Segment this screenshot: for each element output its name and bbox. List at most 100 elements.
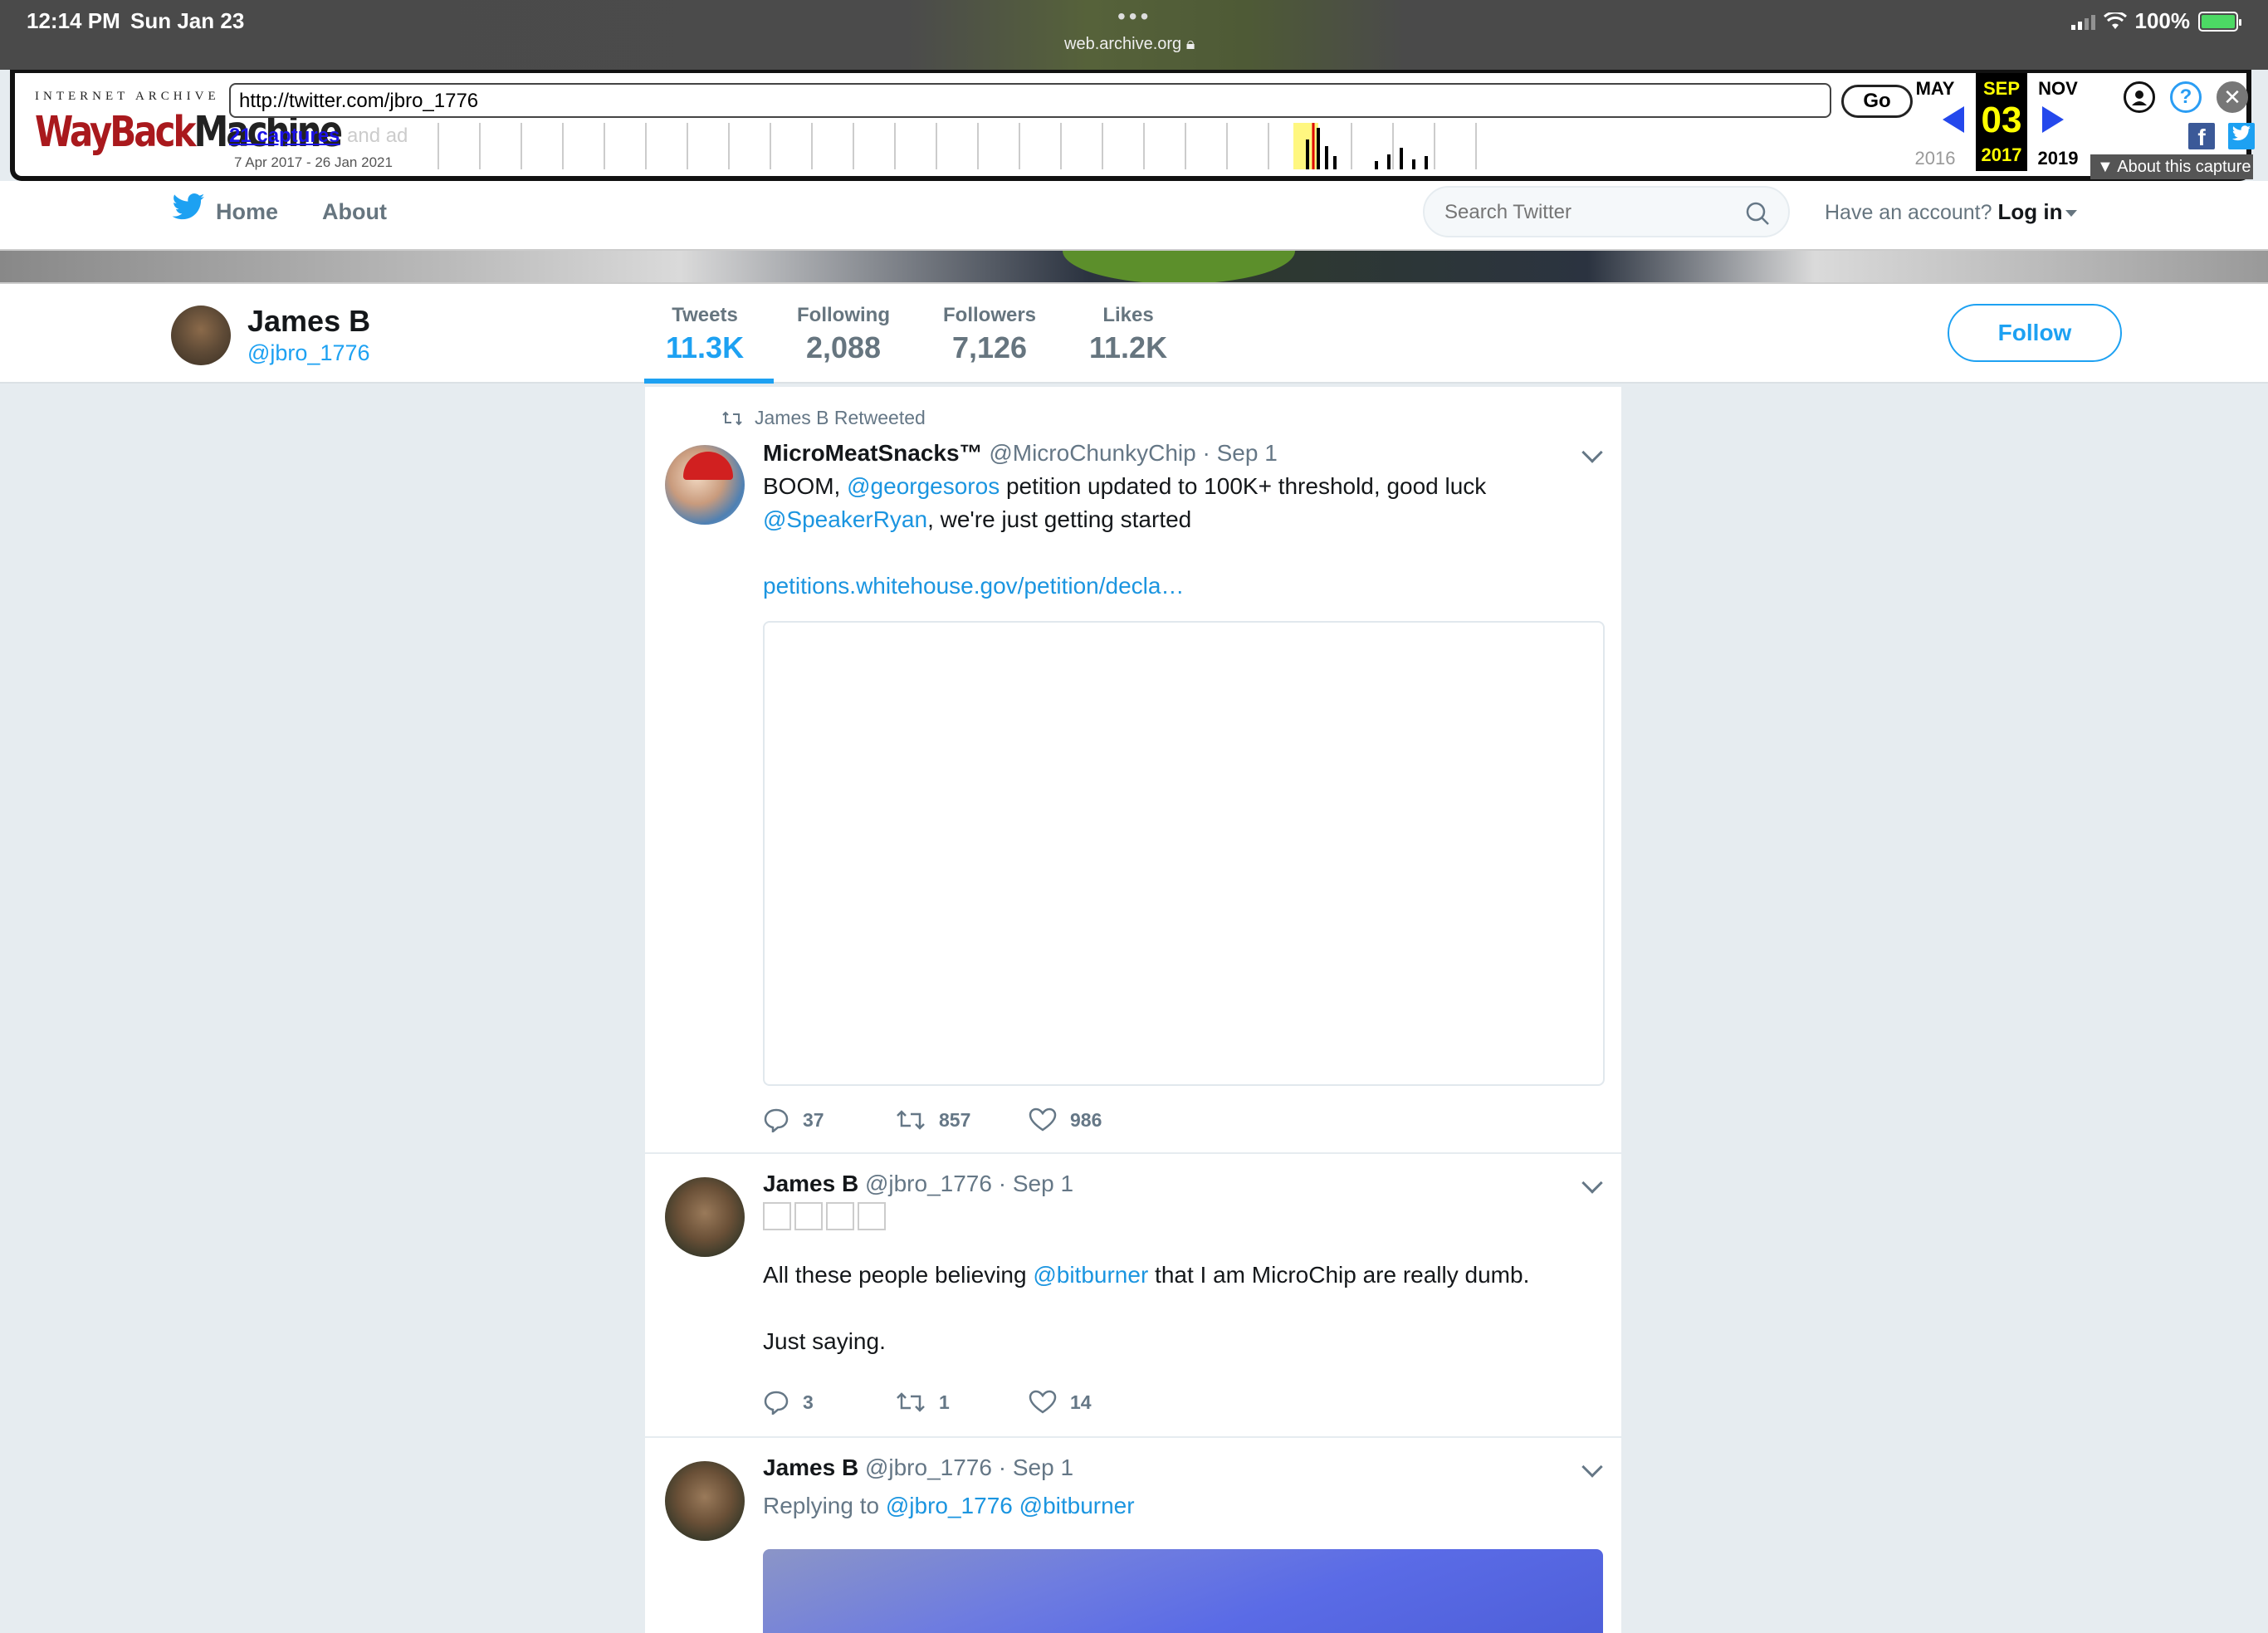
- battery-charging-icon: [2198, 11, 2241, 32]
- mention-link[interactable]: @bitburner: [1033, 1262, 1148, 1288]
- tweet-avatar[interactable]: [665, 1461, 745, 1541]
- reply-button[interactable]: 3: [763, 1390, 896, 1415]
- next-month[interactable]: NOV 2019: [2032, 78, 2084, 169]
- wayback-toolbar: INTERNET ARCHIVE WayBackMachine http://t…: [10, 70, 2255, 181]
- tweet-timeline: James B Retweeted MicroMeatSnacks™ @Micr…: [644, 387, 1622, 1633]
- tweet-header[interactable]: MicroMeatSnacks™ @MicroChunkyChip · Sep …: [763, 440, 1278, 467]
- profile-nav: James B @jbro_1776 Tweets 11.3K Followin…: [0, 284, 2268, 384]
- active-tab-indicator: [644, 379, 774, 384]
- tweet-item[interactable]: James B @jbro_1776 · Sep 1 Replying to @…: [645, 1438, 1621, 1633]
- heart-icon: [1029, 1390, 1057, 1414]
- about-capture-dropdown[interactable]: ▼ About this capture: [2090, 154, 2253, 179]
- retweet-context: James B Retweeted: [721, 407, 926, 429]
- current-day: 03: [1981, 100, 2022, 140]
- tweet-author-name: MicroMeatSnacks™: [763, 440, 983, 466]
- search-icon[interactable]: [1745, 201, 1770, 226]
- replying-to: Replying to @jbro_1776 @bitburner: [763, 1493, 1135, 1518]
- retweet-icon: [897, 1110, 925, 1130]
- stat-tweets[interactable]: Tweets 11.3K: [666, 304, 744, 365]
- safari-status-bar: 12:14 PM Sun Jan 23 ••• web.archive.org …: [0, 0, 2268, 70]
- like-button[interactable]: 14: [1029, 1390, 1092, 1415]
- heart-icon: [1029, 1107, 1057, 1132]
- retweet-button[interactable]: 857: [896, 1109, 1029, 1132]
- caret-down-icon[interactable]: [2065, 210, 2078, 218]
- next-capture-arrow-icon[interactable]: [2042, 106, 2064, 133]
- date: Sun Jan 23: [130, 8, 245, 33]
- tweet-media-image[interactable]: [763, 1549, 1603, 1633]
- tweet-item[interactable]: James B @jbro_1776 · Sep 1 All these peo…: [645, 1154, 1621, 1438]
- banner-image: [1063, 251, 1295, 282]
- twitter-top-nav: Home About Have an account? Log in: [0, 181, 2268, 249]
- twitter-share-icon[interactable]: [2228, 123, 2255, 149]
- status-icons: 100%: [2070, 8, 2241, 34]
- wayback-icons: ? ✕: [2124, 81, 2248, 113]
- tweet-author-name: James B: [763, 1455, 859, 1480]
- capture-range: 7 Apr 2017 - 26 Jan 2021: [234, 154, 393, 170]
- facebook-share-icon[interactable]: f: [2188, 123, 2215, 150]
- tweet-item[interactable]: James B Retweeted MicroMeatSnacks™ @Micr…: [645, 387, 1621, 1154]
- prev-month[interactable]: MAY 2016: [1909, 78, 1961, 169]
- wayback-logo[interactable]: INTERNET ARCHIVE WayBackMachine: [35, 90, 343, 156]
- battery-percent: 100%: [2134, 8, 2191, 33]
- reply-button[interactable]: 37: [763, 1107, 896, 1132]
- tweet-text: All these people believing @bitburner th…: [763, 1262, 1530, 1288]
- tweet-author-handle: @MicroChunkyChip: [989, 440, 1196, 466]
- follow-button[interactable]: Follow: [1948, 304, 2122, 362]
- chevron-down-icon[interactable]: [1581, 442, 1603, 463]
- mention-link[interactable]: @bitburner: [1019, 1493, 1135, 1518]
- tweet-header[interactable]: James B @jbro_1776 · Sep 1: [763, 1455, 1073, 1481]
- nav-about-link[interactable]: About: [322, 199, 387, 225]
- unrendered-emoji-boxes: [763, 1202, 886, 1230]
- tweet-header[interactable]: James B @jbro_1776 · Sep 1: [763, 1171, 1073, 1197]
- more-dots-icon[interactable]: •••: [1117, 3, 1151, 30]
- tweet-date: · Sep 1: [998, 1171, 1074, 1196]
- caret-down-icon: ▼: [2097, 158, 2118, 176]
- tweet-author-handle: @jbro_1776: [864, 1171, 992, 1196]
- chevron-down-icon[interactable]: [1581, 1456, 1603, 1478]
- petition-link[interactable]: petitions.whitehouse.gov/petition/decla…: [763, 570, 1184, 603]
- link-card[interactable]: [763, 621, 1605, 1086]
- mention-link[interactable]: @jbro_1776: [886, 1493, 1013, 1518]
- nav-home-link[interactable]: Home: [216, 199, 278, 225]
- wifi-icon: [2103, 12, 2127, 29]
- user-account-icon[interactable]: [2124, 81, 2155, 113]
- clock: 12:14 PM: [27, 8, 120, 33]
- stat-followers[interactable]: Followers 7,126: [943, 304, 1036, 365]
- retweet-icon: [897, 1392, 925, 1412]
- search-box[interactable]: [1423, 186, 1790, 237]
- stat-likes[interactable]: Likes 11.2K: [1089, 304, 1167, 365]
- profile-name[interactable]: James B: [247, 304, 370, 339]
- stat-following[interactable]: Following 2,088: [797, 304, 890, 365]
- tweet-author-handle: @jbro_1776: [864, 1455, 992, 1480]
- login-link[interactable]: Log in: [1997, 199, 2062, 224]
- tweet-text: Just saying.: [763, 1328, 886, 1354]
- tweet-avatar[interactable]: [665, 1177, 745, 1257]
- tweet-date: · Sep 1: [1202, 440, 1278, 466]
- tweet-date: · Sep 1: [998, 1455, 1074, 1480]
- capture-sparkline[interactable]: [430, 123, 1509, 169]
- chevron-down-icon[interactable]: [1581, 1172, 1603, 1194]
- search-input[interactable]: [1444, 201, 1727, 224]
- prev-capture-arrow-icon[interactable]: [1943, 106, 1964, 133]
- cellular-signal-icon: [2070, 13, 2095, 30]
- wayback-url-input[interactable]: http://twitter.com/jbro_1776: [229, 83, 1831, 118]
- like-button[interactable]: 986: [1029, 1107, 1102, 1132]
- tweet-avatar[interactable]: [665, 445, 745, 525]
- tweet-text: BOOM, @georgesoros petition updated to 1…: [763, 473, 1487, 532]
- profile-avatar[interactable]: [171, 306, 231, 365]
- captures-link[interactable]: 21 captures: [229, 125, 340, 148]
- profile-banner: [0, 249, 2268, 284]
- twitter-bird-icon[interactable]: [171, 193, 206, 222]
- current-month: SEP 03 2017: [1976, 73, 2027, 171]
- mention-link[interactable]: @georgesoros: [847, 473, 1000, 499]
- account-prompt: Have an account? Log in: [1825, 199, 2078, 225]
- help-icon[interactable]: ?: [2170, 81, 2202, 113]
- go-button[interactable]: Go: [1841, 85, 1913, 118]
- mention-link[interactable]: @SpeakerRyan: [763, 506, 927, 532]
- close-icon[interactable]: ✕: [2217, 81, 2248, 113]
- profile-handle[interactable]: @jbro_1776: [247, 340, 370, 366]
- retweet-button[interactable]: 1: [896, 1391, 1029, 1414]
- tweet-author-name: James B: [763, 1171, 859, 1196]
- retweet-icon: [722, 411, 742, 425]
- address-bar-domain[interactable]: web.archive.org 🔒︎: [1064, 35, 1195, 54]
